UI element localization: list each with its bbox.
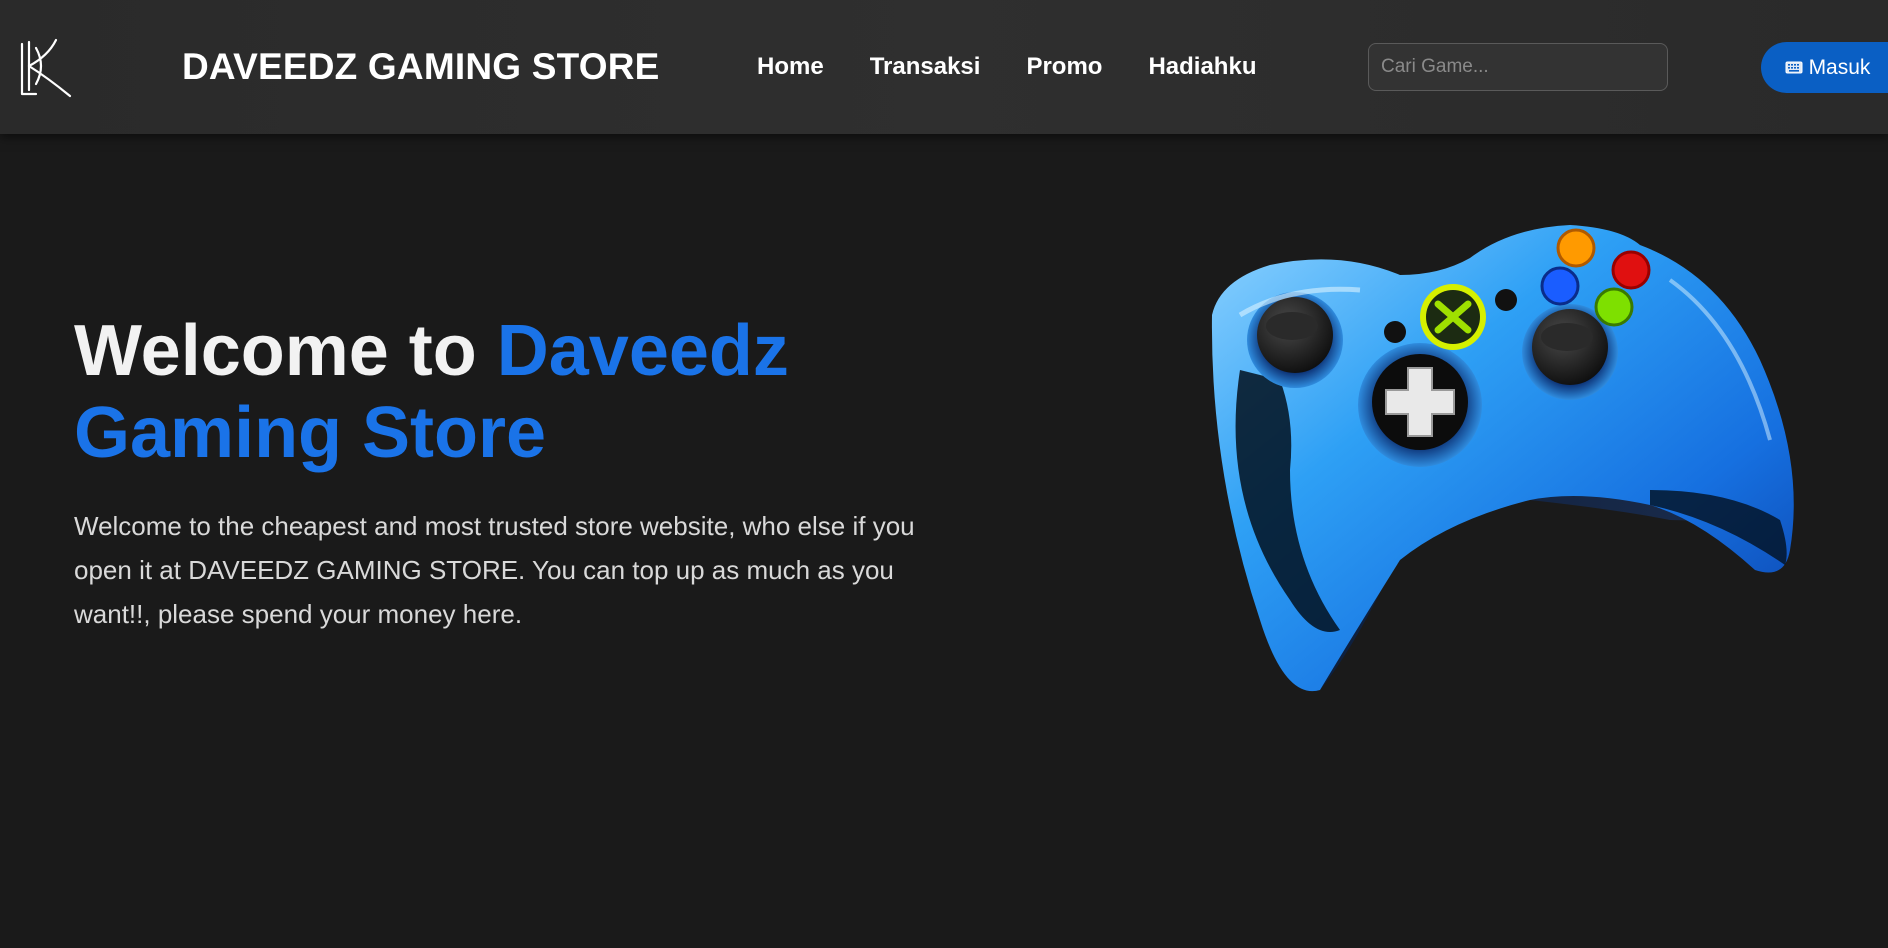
navbar: DAVEEDZ GAMING STORE Home Transaksi Prom…: [0, 0, 1888, 134]
hero-title: Welcome to Daveedz Gaming Store: [74, 310, 974, 474]
hero-title-prefix: Welcome to: [74, 311, 497, 391]
nav-home-link[interactable]: Home: [757, 48, 824, 86]
main-nav: Home Transaksi Promo Hadiahku: [757, 48, 1256, 86]
keyboard-icon: [1785, 60, 1805, 76]
nav-transaksi-link[interactable]: Transaksi: [870, 48, 981, 86]
search-input[interactable]: [1368, 43, 1668, 91]
nav-promo-link[interactable]: Promo: [1026, 48, 1102, 86]
login-button[interactable]: Masuk: [1761, 42, 1888, 93]
dk-logo-icon[interactable]: [18, 38, 74, 98]
hero-description: Welcome to the cheapest and most trusted…: [74, 511, 915, 629]
page: DAVEEDZ GAMING STORE Home Transaksi Prom…: [0, 0, 1888, 948]
brand-title[interactable]: DAVEEDZ GAMING STORE: [182, 44, 660, 90]
nav-hadiahku-link[interactable]: Hadiahku: [1148, 48, 1256, 86]
game-controller-image: [1200, 220, 1810, 750]
login-label: Masuk: [1808, 55, 1871, 79]
